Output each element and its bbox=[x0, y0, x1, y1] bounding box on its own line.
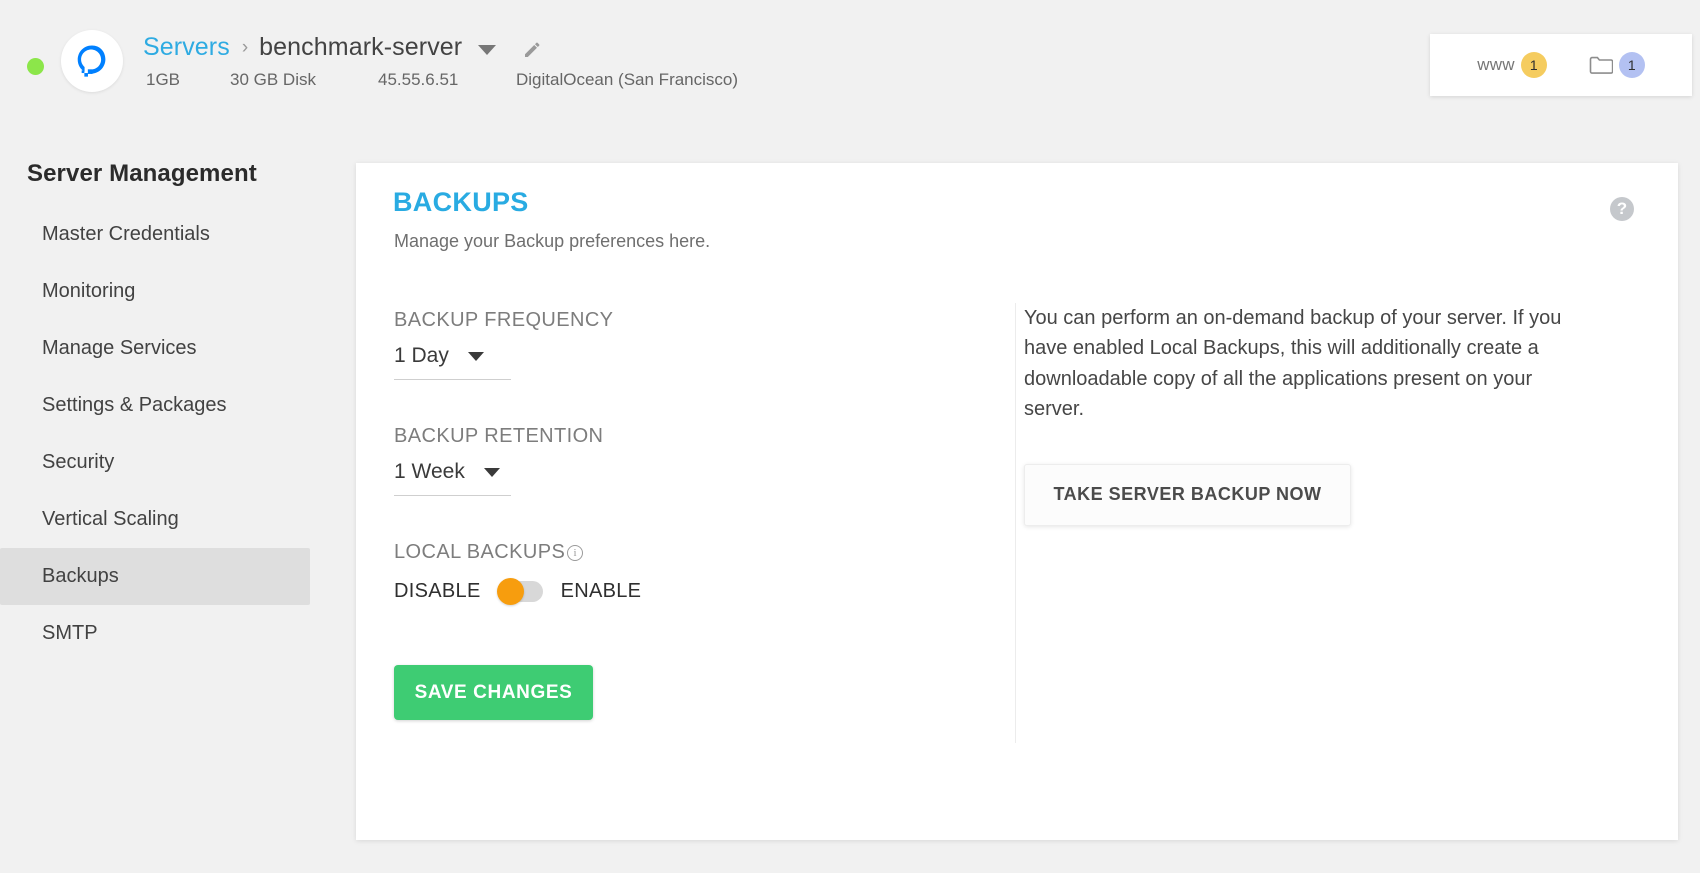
sidebar-title: Server Management bbox=[27, 160, 257, 187]
save-changes-button[interactable]: SAVE CHANGES bbox=[394, 665, 593, 720]
application-counter[interactable]: 1 bbox=[1589, 52, 1645, 78]
sidebar-item-label: Backups bbox=[42, 565, 119, 587]
breadcrumb: Servers › benchmark-server bbox=[143, 33, 542, 62]
sidebar-item-manage-services[interactable]: Manage Services bbox=[0, 320, 310, 377]
backup-retention-label: BACKUP RETENTION bbox=[394, 425, 604, 447]
folder-icon bbox=[1589, 56, 1613, 74]
sidebar-item-master-credentials[interactable]: Master Credentials bbox=[0, 206, 310, 263]
digitalocean-logo-icon bbox=[77, 45, 106, 77]
sidebar-item-monitoring[interactable]: Monitoring bbox=[0, 263, 310, 320]
top-bar: Servers › benchmark-server 1GB 30 GB Dis… bbox=[0, 0, 1700, 140]
sidebar-item-label: Security bbox=[42, 451, 115, 473]
breadcrumb-separator: › bbox=[241, 36, 249, 58]
info-icon[interactable]: i bbox=[567, 545, 584, 561]
server-disk: 30 GB Disk bbox=[230, 70, 316, 89]
sidebar-item-label: SMTP bbox=[42, 622, 98, 644]
digitalocean-logo bbox=[61, 30, 123, 92]
www-counter-badge: 1 bbox=[1520, 52, 1547, 78]
toggle-knob bbox=[496, 578, 524, 605]
chevron-down-icon bbox=[467, 351, 484, 361]
on-demand-backup-column: You can perform an on-demand backup of y… bbox=[1024, 303, 1604, 526]
edit-pencil-icon[interactable] bbox=[522, 39, 542, 59]
server-ip: 45.55.6.51 bbox=[378, 70, 459, 89]
sidebar: Server Management Master Credentials Mon… bbox=[0, 160, 356, 662]
backups-card: BACKUPS Manage your Backup preferences h… bbox=[356, 163, 1678, 840]
server-switcher-chevron-down-icon[interactable] bbox=[478, 44, 497, 55]
backup-frequency-label: BACKUP FREQUENCY bbox=[394, 309, 614, 331]
application-counter-badge: 1 bbox=[1618, 52, 1645, 78]
toggle-disable-label: DISABLE bbox=[394, 580, 481, 602]
page-subtitle: Manage your Backup preferences here. bbox=[394, 231, 711, 251]
sidebar-item-label: Vertical Scaling bbox=[42, 508, 179, 530]
local-backups-label: LOCAL BACKUPS i bbox=[394, 541, 1014, 564]
breadcrumb-servers-link[interactable]: Servers bbox=[143, 33, 230, 62]
local-backups-toggle[interactable] bbox=[496, 578, 543, 605]
local-backups-label-text: LOCAL BACKUPS bbox=[394, 541, 566, 563]
server-status-dot bbox=[27, 58, 44, 75]
www-counter[interactable]: www 1 bbox=[1477, 52, 1547, 78]
server-meta: 1GB 30 GB Disk 45.55.6.51 DigitalOcean (… bbox=[146, 70, 738, 90]
backup-retention-select[interactable]: 1 Week bbox=[394, 460, 511, 496]
sidebar-item-label: Monitoring bbox=[42, 280, 136, 302]
chevron-down-icon bbox=[483, 467, 500, 477]
sidebar-item-security[interactable]: Security bbox=[0, 434, 310, 491]
sidebar-item-settings-packages[interactable]: Settings & Packages bbox=[0, 377, 310, 434]
toggle-enable-label: ENABLE bbox=[560, 580, 642, 602]
sidebar-item-vertical-scaling[interactable]: Vertical Scaling bbox=[0, 491, 310, 548]
backup-frequency-value: 1 Day bbox=[394, 344, 449, 367]
backup-frequency-select[interactable]: 1 Day bbox=[394, 344, 511, 380]
sidebar-item-backups[interactable]: Backups bbox=[0, 548, 310, 605]
sidebar-item-label: Settings & Packages bbox=[42, 394, 227, 416]
page-title: BACKUPS bbox=[393, 187, 529, 217]
backup-settings-column: BACKUP FREQUENCY 1 Day BACKUP RETENTION … bbox=[394, 309, 1014, 720]
header-counters-card: www 1 1 bbox=[1430, 34, 1692, 96]
sidebar-item-label: Manage Services bbox=[42, 337, 197, 359]
help-icon[interactable]: ? bbox=[1610, 197, 1634, 221]
local-backups-toggle-row: DISABLE ENABLE bbox=[394, 578, 1014, 605]
take-server-backup-now-button[interactable]: TAKE SERVER BACKUP NOW bbox=[1024, 463, 1351, 526]
breadcrumb-current-server: benchmark-server bbox=[259, 33, 463, 61]
backup-retention-value: 1 Week bbox=[394, 460, 465, 483]
on-demand-backup-description: You can perform an on-demand backup of y… bbox=[1024, 307, 1562, 421]
sidebar-item-label: Master Credentials bbox=[42, 223, 210, 245]
column-divider bbox=[1015, 303, 1016, 743]
server-ram: 1GB bbox=[146, 70, 181, 89]
sidebar-item-smtp[interactable]: SMTP bbox=[0, 605, 310, 662]
www-counter-label: www bbox=[1477, 55, 1515, 74]
server-provider: DigitalOcean (San Francisco) bbox=[516, 70, 739, 89]
